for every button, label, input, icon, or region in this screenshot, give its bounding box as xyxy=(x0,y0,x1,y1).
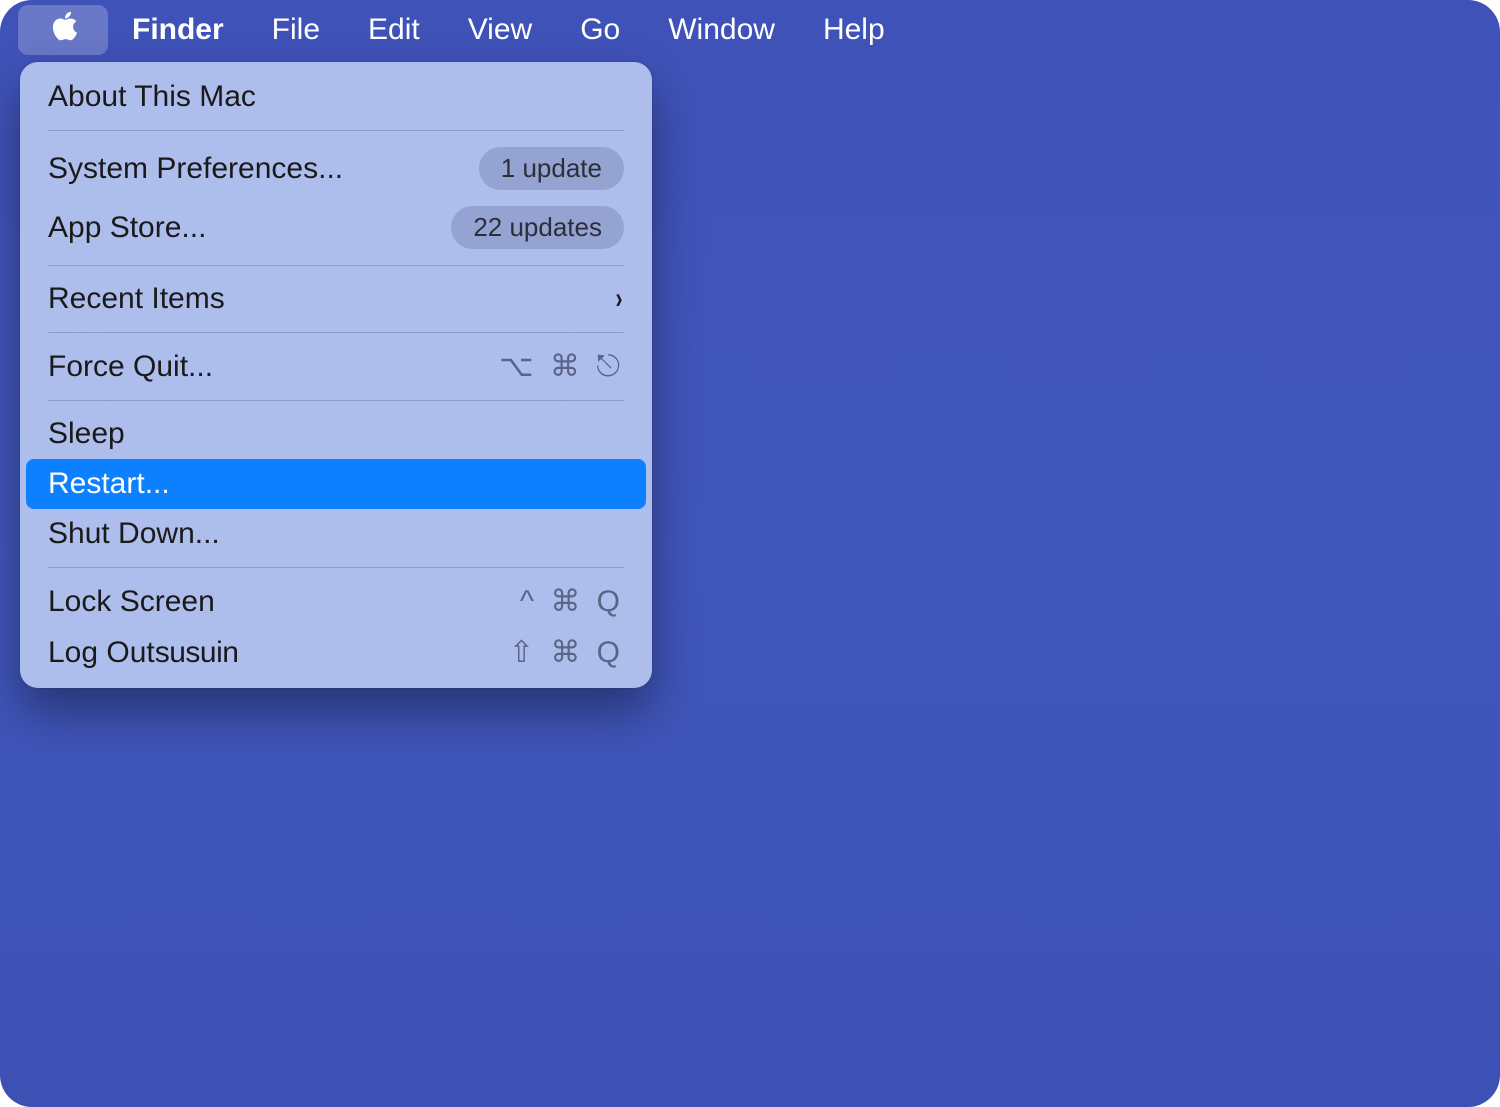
menu-separator xyxy=(48,332,624,333)
menu-label: System Preferences... xyxy=(48,152,343,186)
menu-label: Force Quit... xyxy=(48,350,213,384)
menu-system-preferences[interactable]: System Preferences... 1 update xyxy=(20,139,652,198)
keyboard-shortcut: ⌥ ⌘ ⎋ xyxy=(499,349,624,384)
menu-label: Sleep xyxy=(48,417,125,451)
username: susuin xyxy=(155,636,239,670)
keyboard-shortcut: ^ ⌘ Q xyxy=(520,584,624,619)
menu-label: Log Out susuin xyxy=(48,636,238,670)
update-badge: 1 update xyxy=(479,147,624,190)
menubar-view[interactable]: View xyxy=(444,5,556,55)
menu-sleep[interactable]: Sleep xyxy=(20,409,652,459)
apple-icon xyxy=(50,9,80,51)
menubar-app-name[interactable]: Finder xyxy=(108,5,248,55)
menu-force-quit[interactable]: Force Quit... ⌥ ⌘ ⎋ xyxy=(20,341,652,392)
menu-label: Restart... xyxy=(48,467,170,501)
menu-label: Recent Items xyxy=(48,282,225,316)
menu-label: About This Mac xyxy=(48,80,256,114)
keyboard-shortcut: ⇧ ⌘ Q xyxy=(509,635,624,670)
menu-label: App Store... xyxy=(48,211,206,245)
menu-shut-down[interactable]: Shut Down... xyxy=(20,509,652,559)
desktop: Finder File Edit View Go Window Help Abo… xyxy=(0,0,1500,1107)
apple-menu-dropdown: About This Mac System Preferences... 1 u… xyxy=(20,62,652,688)
menubar-file[interactable]: File xyxy=(248,5,344,55)
menu-app-store[interactable]: App Store... 22 updates xyxy=(20,198,652,257)
menu-restart[interactable]: Restart... xyxy=(26,459,646,509)
menu-separator xyxy=(48,400,624,401)
menubar-go[interactable]: Go xyxy=(556,5,644,55)
menu-separator xyxy=(48,567,624,568)
menubar: Finder File Edit View Go Window Help xyxy=(0,0,1500,60)
menubar-edit[interactable]: Edit xyxy=(344,5,444,55)
menu-label: Lock Screen xyxy=(48,585,215,619)
menubar-help[interactable]: Help xyxy=(799,5,909,55)
menu-separator xyxy=(48,130,624,131)
menu-label: Shut Down... xyxy=(48,517,220,551)
menu-log-out[interactable]: Log Out susuin ⇧ ⌘ Q xyxy=(20,627,652,678)
chevron-right-icon: › xyxy=(616,282,623,316)
update-badge: 22 updates xyxy=(451,206,624,249)
menubar-window[interactable]: Window xyxy=(644,5,799,55)
menu-separator xyxy=(48,265,624,266)
menu-recent-items[interactable]: Recent Items › xyxy=(20,274,652,324)
menu-about-this-mac[interactable]: About This Mac xyxy=(20,72,652,122)
menu-lock-screen[interactable]: Lock Screen ^ ⌘ Q xyxy=(20,576,652,627)
apple-menu-button[interactable] xyxy=(18,5,108,55)
